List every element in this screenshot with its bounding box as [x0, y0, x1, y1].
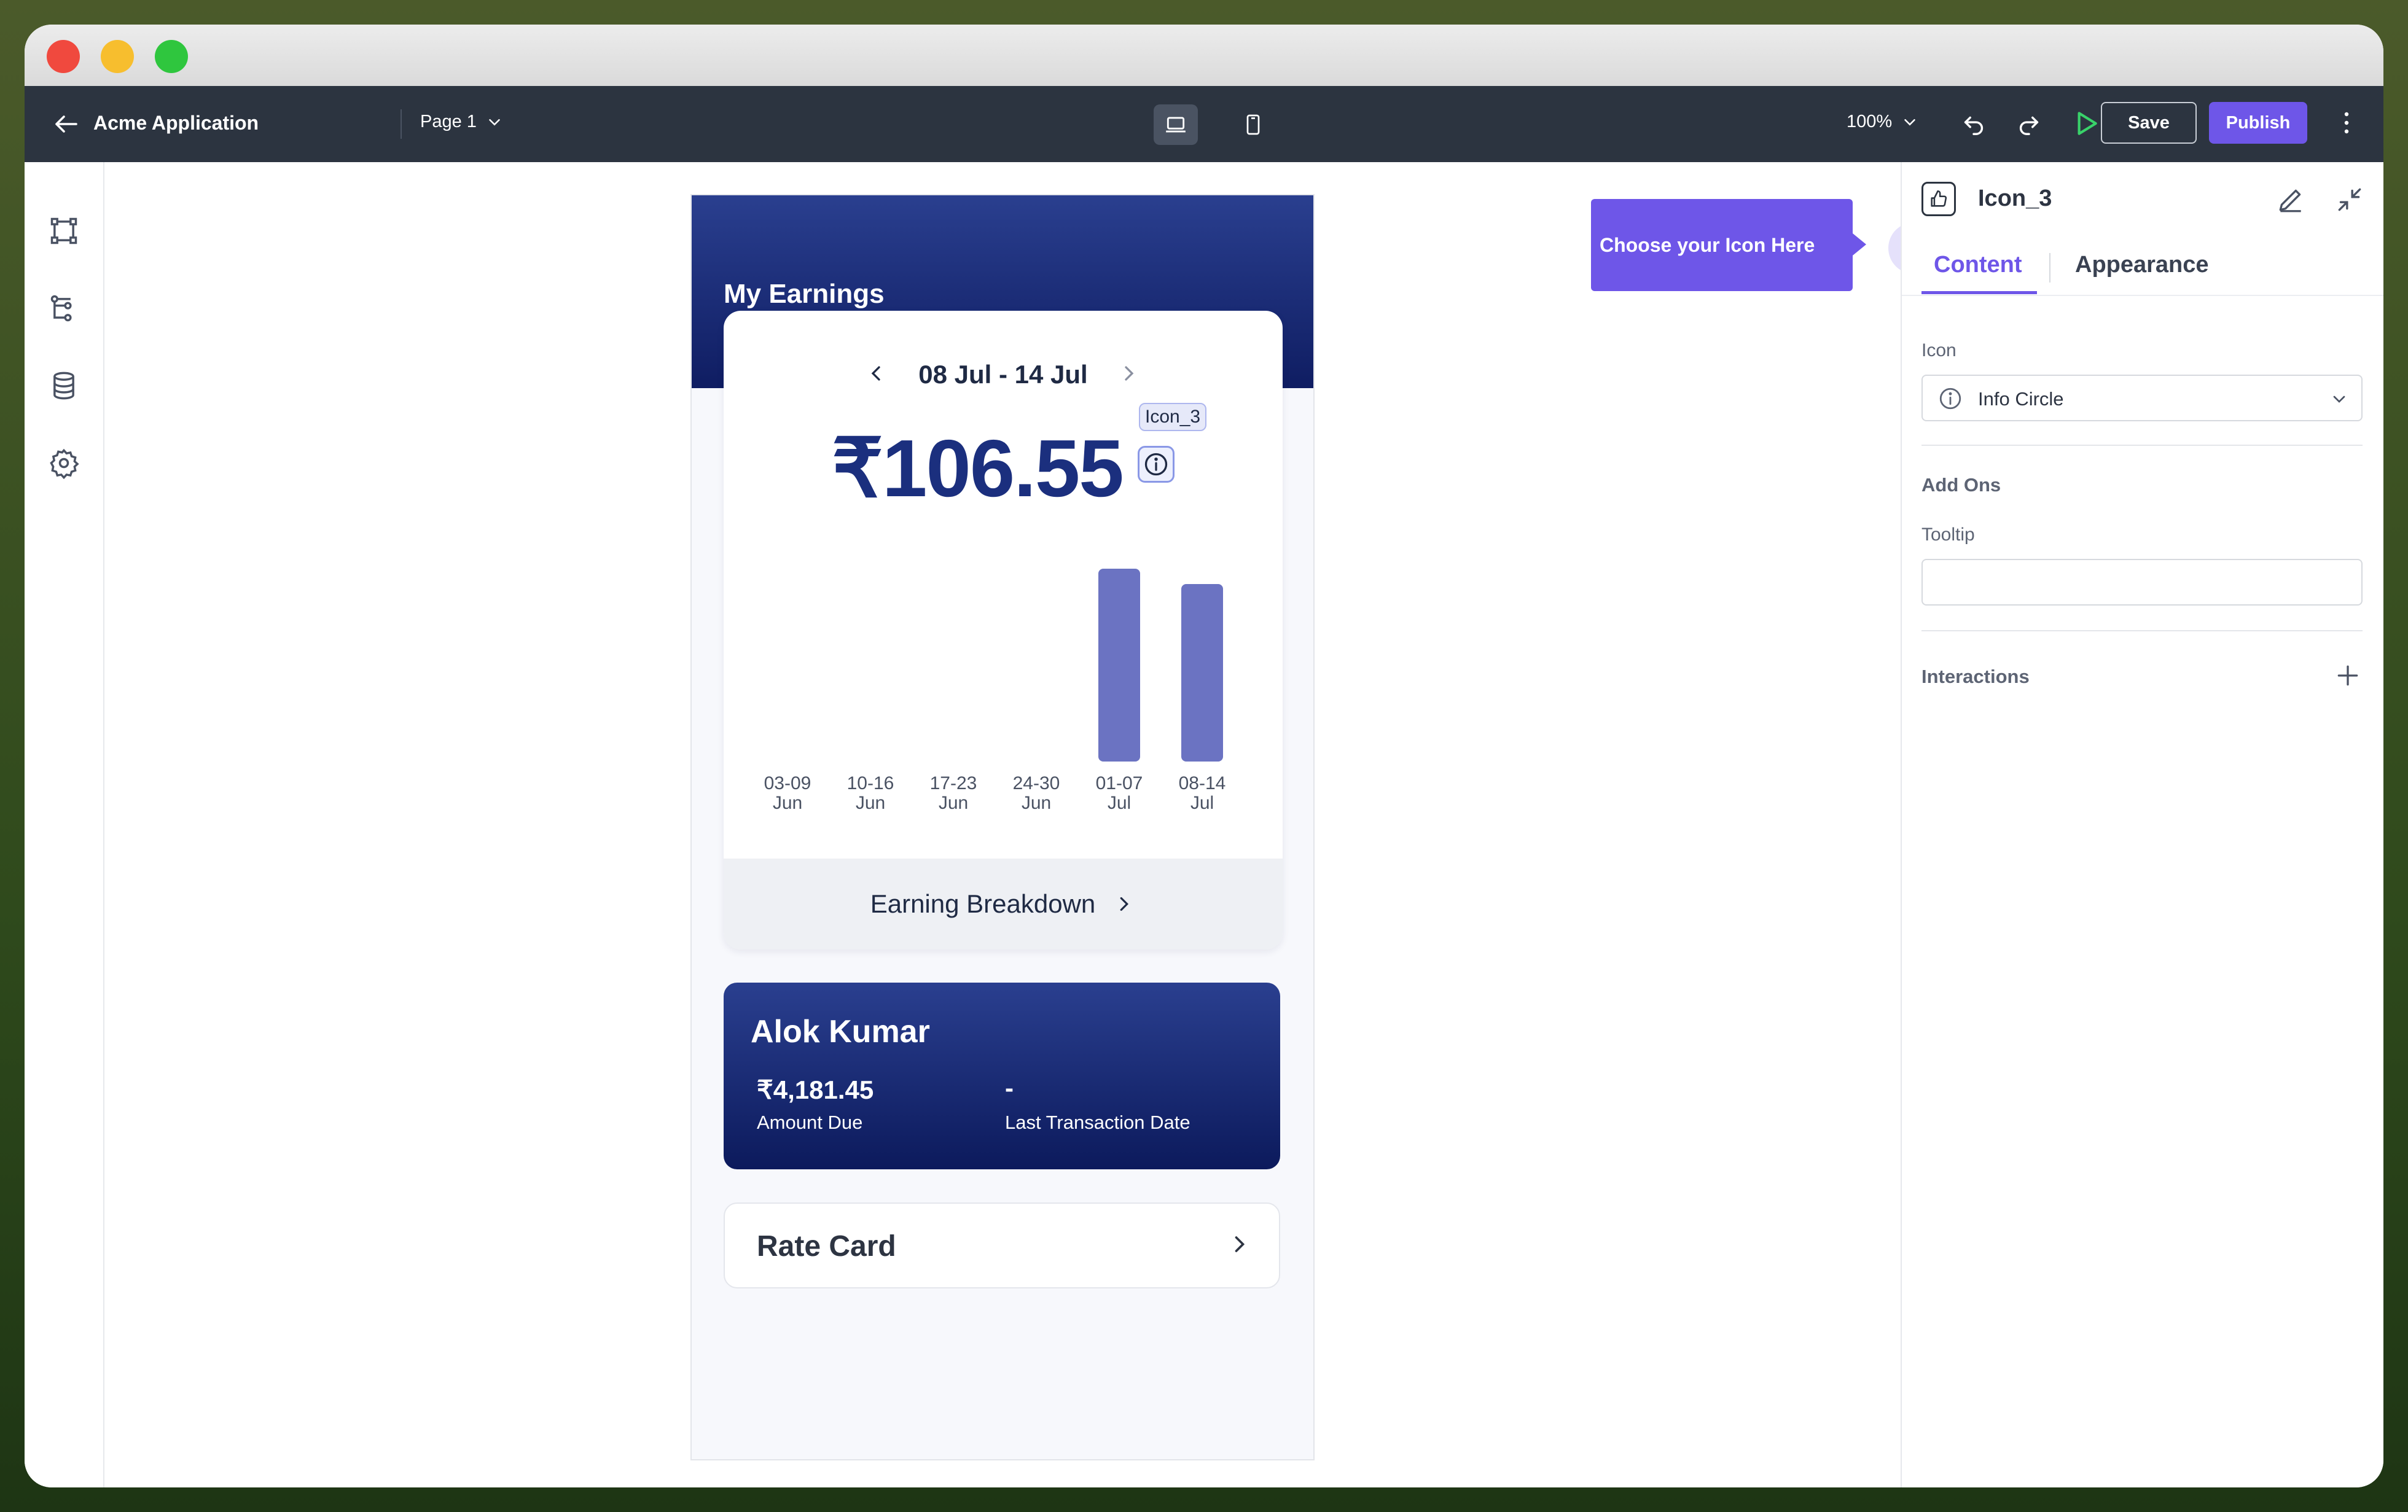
date-range: 08 Jul - 14 Jul [918, 360, 1088, 389]
chevron-down-icon [2333, 396, 2345, 403]
last-transaction-label: Last Transaction Date [1005, 1112, 1190, 1133]
user-name: Alok Kumar [751, 1014, 930, 1050]
earning-breakdown-label: Earning Breakdown [870, 889, 1096, 918]
onboarding-tooltip: Choose your Icon Here [1591, 199, 1853, 291]
icon-field-label: Icon [1921, 340, 1957, 360]
chart-x-label: 01-07 Jul [1082, 774, 1156, 813]
tab-separator [2049, 253, 2050, 283]
chart-bar [1181, 584, 1223, 762]
user-summary-card: Alok Kumar ₹4,181.45 Amount Due - Last T… [724, 983, 1280, 1169]
chevron-down-icon [1904, 119, 1915, 126]
amount-due-value: ₹4,181.45 [757, 1075, 874, 1104]
rate-card-link[interactable]: Rate Card [724, 1202, 1280, 1288]
zoom-selector[interactable]: 100% [1847, 112, 1919, 132]
chart-x-label-range: 03-09 [764, 773, 811, 793]
chart-x-label-month: Jun [1021, 793, 1052, 813]
chart-x-label-range: 17-23 [929, 773, 977, 793]
chevron-right-icon [1235, 1236, 1245, 1252]
play-preview-icon[interactable] [2070, 108, 2101, 139]
mobile-screen-preview: My Earnings 08 Jul - 14 Jul ₹106.55 Icon… [690, 194, 1315, 1460]
desktop-view-button[interactable] [1154, 104, 1198, 145]
app-title: Acme Application [93, 112, 259, 134]
title-bar [25, 25, 2383, 86]
chevron-right-icon [1120, 897, 1129, 911]
zoom-value: 100% [1847, 112, 1893, 131]
tab-content[interactable]: Content [1934, 252, 2022, 278]
page-selector-label: Page 1 [420, 112, 477, 131]
app-window: Acme Application Page 1 100% Save Publis… [25, 25, 2383, 1487]
chevron-down-icon [489, 119, 500, 126]
laptop-icon [1166, 117, 1186, 133]
chart-x-label: 10-16 Jun [834, 774, 907, 813]
minimize-window-button[interactable] [101, 40, 134, 73]
mobile-icon [1246, 114, 1260, 135]
collapse-panel-icon[interactable] [2334, 184, 2365, 215]
earnings-amount: ₹106.55 [832, 423, 1124, 513]
add-ons-heading: Add Ons [1921, 474, 2001, 496]
chart-x-label-month: Jun [938, 793, 969, 813]
pencil-edit-icon[interactable] [2275, 184, 2306, 215]
page-selector[interactable]: Page 1 [420, 112, 504, 132]
chart-bar [1098, 569, 1140, 762]
earning-breakdown-link[interactable]: Earning Breakdown [724, 859, 1283, 949]
chart-x-label: 24-30 Jun [999, 774, 1073, 813]
selected-element-tag: Icon_3 [1139, 403, 1207, 431]
info-circle-icon [1939, 388, 1961, 410]
interactions-heading: Interactions [1921, 666, 2030, 687]
section-divider [1921, 445, 2363, 446]
tab-appearance[interactable]: Appearance [2075, 252, 2209, 278]
tooltip-field-label: Tooltip [1921, 524, 1975, 545]
close-window-button[interactable] [47, 40, 80, 73]
chart-x-label-range: 24-30 [1012, 773, 1060, 793]
chart-x-label-month: Jun [772, 793, 803, 813]
properties-panel: Icon_3 Content Appearance Icon Info Circ… [1901, 162, 2383, 1487]
chart-x-label-month: Jul [1107, 793, 1132, 813]
icon-select-dropdown[interactable]: Info Circle [1921, 375, 2363, 421]
settings-gear-icon[interactable] [48, 447, 80, 479]
toolbar-divider [401, 109, 402, 139]
save-button[interactable]: Save [2101, 102, 2197, 144]
chart-x-label-range: 10-16 [846, 773, 894, 793]
thumbs-up-icon [1921, 182, 1956, 216]
maximize-window-button[interactable] [155, 40, 188, 73]
tabs-divider [1902, 295, 2383, 296]
earnings-card: 08 Jul - 14 Jul ₹106.55 Icon_3 Earning B… [724, 311, 1283, 949]
chart-x-label: 03-09 Jun [751, 774, 824, 813]
mobile-view-button[interactable] [1231, 104, 1275, 145]
icon-select-value: Info Circle [1978, 388, 2064, 410]
component-name: Icon_3 [1978, 185, 2052, 211]
more-options-icon[interactable] [2332, 108, 2361, 138]
last-transaction-value: - [1005, 1074, 1014, 1102]
chart-x-label: 08-14 Jul [1165, 774, 1239, 813]
back-arrow-icon[interactable] [52, 109, 81, 139]
add-interaction-icon[interactable] [2334, 662, 2361, 689]
tree-structure-icon[interactable] [48, 292, 80, 324]
active-tab-indicator [1921, 291, 2037, 294]
database-icon[interactable] [48, 370, 80, 402]
chevron-right-icon[interactable] [1117, 361, 1141, 386]
frame-icon[interactable] [48, 215, 80, 247]
left-rail [25, 162, 104, 1487]
chart-x-label: 17-23 Jun [917, 774, 990, 813]
undo-icon[interactable] [1960, 109, 1988, 138]
section-divider [1921, 630, 2363, 631]
publish-button[interactable]: Publish [2209, 102, 2307, 144]
chart-x-label-range: 08-14 [1178, 773, 1226, 793]
tooltip-input[interactable] [1921, 559, 2363, 606]
rate-card-label: Rate Card [757, 1230, 896, 1263]
chart-x-label-range: 01-07 [1095, 773, 1143, 793]
info-circle-icon[interactable] [1138, 446, 1175, 483]
chart-x-label-month: Jul [1190, 793, 1214, 813]
page-title: My Earnings [724, 279, 885, 309]
chart-x-label-month: Jun [855, 793, 886, 813]
app-toolbar: Acme Application Page 1 100% Save Publis… [25, 86, 2383, 162]
amount-due-label: Amount Due [757, 1112, 863, 1133]
tooltip-arrow [1853, 233, 1866, 255]
redo-icon[interactable] [2015, 109, 2043, 138]
